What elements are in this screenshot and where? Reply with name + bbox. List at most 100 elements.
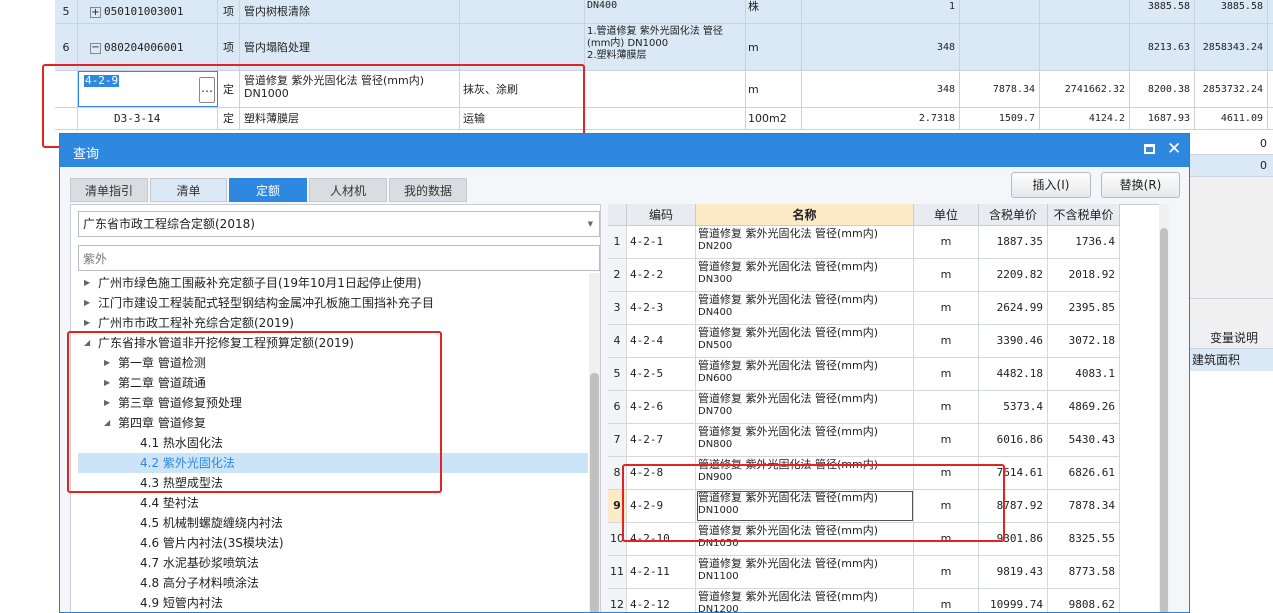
tree-item[interactable]: 4.4 垫衬法	[78, 493, 588, 513]
table-row[interactable]: D3-3-14 定 塑料薄膜层 运输 100m2 2.7318 1509.7 4…	[55, 108, 1273, 130]
tree-item[interactable]: ◢ 第四章 管道修复	[78, 413, 588, 433]
unit-cell: m	[914, 490, 979, 522]
name-cell: 塑料薄膜层	[240, 108, 460, 129]
notax-price-cell: 9808.62	[1048, 589, 1120, 612]
caret-right-icon[interactable]: ▶	[84, 273, 90, 293]
tab-materials[interactable]: 人材机	[309, 178, 387, 202]
tree-item[interactable]: ▶ 江门市建设工程装配式轻型钢结构金属冲孔板施工围挡补充子目	[78, 293, 588, 313]
library-select-value: 广东省市政工程综合定额(2018)	[83, 217, 255, 231]
code-header[interactable]: 编码	[627, 204, 696, 226]
unit-cell: m	[914, 226, 979, 258]
code-cell: 4-2-11	[627, 556, 696, 588]
grid-scrollbar[interactable]	[1159, 204, 1169, 612]
insert-button[interactable]: 插入(I)	[1011, 172, 1091, 198]
empty-area	[1190, 177, 1273, 327]
tree-scrollbar[interactable]	[589, 273, 600, 612]
tree-item[interactable]: ▶ 第二章 管道疏通	[78, 373, 588, 393]
price-cell	[1040, 0, 1130, 23]
tax-price-cell: 10999.74	[979, 589, 1048, 612]
tree-item[interactable]: ◢ 广东省排水管道非开挖修复工程预算定额(2019)	[78, 333, 588, 353]
tab-my-data[interactable]: 我的数据	[389, 178, 467, 202]
tree-item-label: 第四章 管道修复	[118, 416, 206, 430]
price-cell: 3885.58	[1195, 0, 1268, 23]
scrollbar-thumb[interactable]	[1160, 228, 1168, 612]
grid-row[interactable]: 12 4-2-12 管道修复 紫外光固化法 管径(mm内) DN1200 m 10999.…	[608, 589, 1120, 612]
tax-price-cell: 9301.86	[979, 523, 1048, 555]
tree-item[interactable]: ▶ 第一章 管道检测	[78, 353, 588, 373]
unit-header[interactable]: 单位	[914, 204, 979, 226]
name-line: DN700	[698, 406, 733, 417]
grid-row[interactable]: 3 4-2-3 管道修复 紫外光固化法 管径(mm内) DN400 m 2624.99 23…	[608, 292, 1120, 325]
table-row[interactable]: 6 −080204006001 项 管内塌陷处理 1.管道修复 紫外光固化法 管…	[55, 24, 1273, 71]
tree-item[interactable]: 4.9 短管内衬法	[78, 593, 588, 612]
code-editor[interactable]: 4-2-9 …	[78, 71, 218, 107]
close-icon[interactable]: ✕	[1167, 139, 1181, 159]
unit-cell: m	[746, 24, 802, 70]
notax-price-cell: 7878.34	[1048, 490, 1120, 522]
tree-item-label: 4.8 高分子材料喷涂法	[140, 576, 259, 590]
ellipsis-button[interactable]: …	[199, 77, 215, 103]
price-cell	[960, 0, 1040, 23]
tree-item[interactable]: 4.2 紫外光固化法	[78, 453, 588, 473]
name-cell: 管道修复 紫外光固化法 管径(mm内) DN1100	[696, 556, 914, 588]
tree-item[interactable]: ▶ 广州市市政工程补充综合定额(2019)	[78, 313, 588, 333]
row-number-header	[608, 204, 627, 226]
tree-item[interactable]: ▶ 第三章 管道修复预处理	[78, 393, 588, 413]
tree-item-label: 第三章 管道修复预处理	[118, 396, 242, 410]
tree-item[interactable]: 4.3 热塑成型法	[78, 473, 588, 493]
name-cell: 管道修复 紫外光固化法 管径(mm内) DN500	[696, 325, 914, 357]
caret-right-icon[interactable]: ▶	[104, 373, 110, 393]
unit-cell: m	[914, 391, 979, 423]
maximize-icon[interactable]	[1144, 144, 1155, 154]
grid-row[interactable]: 6 4-2-6 管道修复 紫外光固化法 管径(mm内) DN700 m 5373.4 486…	[608, 391, 1120, 424]
caret-down-icon[interactable]: ◢	[84, 333, 90, 353]
dropdown-arrow-icon[interactable]: ▼	[588, 212, 593, 236]
caret-right-icon[interactable]: ▶	[84, 293, 90, 313]
cell-value: 0	[1190, 155, 1273, 177]
table-row[interactable]: 4-2-9 … 定 管道修复 紫外光固化法 管径(mm内) DN1000 抹灰、…	[55, 71, 1273, 108]
grid-row[interactable]: 8 4-2-8 管道修复 紫外光固化法 管径(mm内) DN900 m 7614.61 68…	[608, 457, 1120, 490]
tax-price-cell: 2624.99	[979, 292, 1048, 324]
tree-item-label: 第一章 管道检测	[118, 356, 206, 370]
tree-item-label: 4.6 管片内衬法(3S模块法)	[140, 536, 284, 550]
grid-row[interactable]: 7 4-2-7 管道修复 紫外光固化法 管径(mm内) DN800 m 6016.86 54…	[608, 424, 1120, 457]
collapse-icon[interactable]: −	[90, 42, 101, 54]
tab-list[interactable]: 清单	[150, 178, 227, 202]
dialog-titlebar[interactable]: 查询 ✕	[60, 134, 1189, 167]
tax-price-cell: 2209.82	[979, 259, 1048, 291]
name-header[interactable]: 名称	[696, 204, 914, 226]
cell-value[interactable]: 建筑面积	[1190, 349, 1273, 371]
library-select[interactable]: 广东省市政工程综合定额(2018) ▼	[78, 211, 600, 237]
tree-item[interactable]: 4.5 机械制螺旋缠绕内衬法	[78, 513, 588, 533]
tree-item[interactable]: ▶ 广州市绿色施工围蔽补充定额子目(19年10月1日起停止使用)	[78, 273, 588, 293]
price-cell	[960, 24, 1040, 70]
feature-cell: 1.管内树根清除 管径(mm内) DN400	[585, 0, 746, 24]
grid-row[interactable]: 4 4-2-4 管道修复 紫外光固化法 管径(mm内) DN500 m 3390.46 30…	[608, 325, 1120, 358]
caret-right-icon[interactable]: ▶	[84, 313, 90, 333]
caret-down-icon[interactable]: ◢	[104, 413, 110, 433]
table-row[interactable]: 5 +050101003001 项 管内树根清除 1.管内树根清除 管径(mm内…	[55, 0, 1273, 24]
grid-row[interactable]: 9 4-2-9 管道修复 紫外光固化法 管径(mm内) DN1000 m 8787.92 7…	[608, 490, 1120, 523]
tree-item-label: 4.3 热塑成型法	[140, 476, 223, 490]
unit-cell: 株	[746, 0, 802, 23]
search-input[interactable]	[78, 245, 600, 271]
tree-item[interactable]: 4.8 高分子材料喷涂法	[78, 573, 588, 593]
tab-quota[interactable]: 定额	[229, 178, 307, 202]
notax-price-header[interactable]: 不含税单价	[1048, 204, 1120, 226]
scrollbar-thumb[interactable]	[590, 373, 599, 612]
replace-button[interactable]: 替换(R)	[1101, 172, 1180, 198]
tree-item[interactable]: 4.1 热水固化法	[78, 433, 588, 453]
tax-price-header[interactable]: 含税单价	[979, 204, 1048, 226]
caret-right-icon[interactable]: ▶	[104, 393, 110, 413]
grid-row[interactable]: 1 4-2-1 管道修复 紫外光固化法 管径(mm内) DN200 m 1887.35 17…	[608, 226, 1120, 259]
grid-row[interactable]: 11 4-2-11 管道修复 紫外光固化法 管径(mm内) DN1100 m 9819.4…	[608, 556, 1120, 589]
tree-item[interactable]: 4.7 水泥基砂浆喷筑法	[78, 553, 588, 573]
tab-list-guide[interactable]: 清单指引	[70, 178, 148, 202]
caret-right-icon[interactable]: ▶	[104, 353, 110, 373]
grid-row[interactable]: 2 4-2-2 管道修复 紫外光固化法 管径(mm内) DN300 m 2209.82 20…	[608, 259, 1120, 292]
tree-item[interactable]: 4.6 管片内衬法(3S模块法)	[78, 533, 588, 553]
expand-icon[interactable]: +	[90, 6, 101, 18]
grid-row[interactable]: 10 4-2-10 管道修复 紫外光固化法 管径(mm内) DN1050 m 9301.8…	[608, 523, 1120, 556]
code-cell: −080204006001	[78, 24, 218, 70]
grid-row[interactable]: 5 4-2-5 管道修复 紫外光固化法 管径(mm内) DN600 m 4482.18 40…	[608, 358, 1120, 391]
